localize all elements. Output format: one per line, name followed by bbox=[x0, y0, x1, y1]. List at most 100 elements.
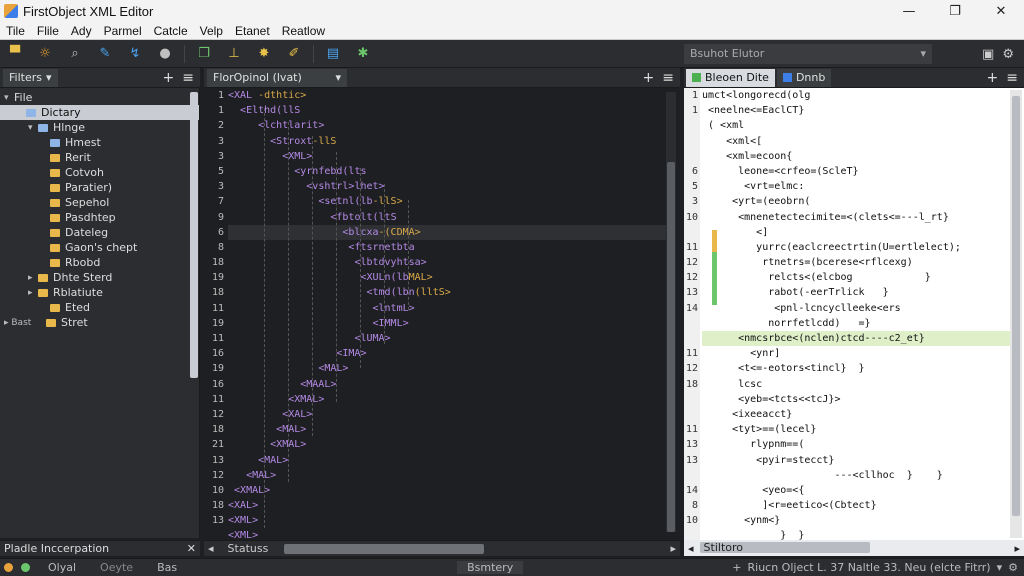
code-line[interactable]: leone=<crfeo=(ScleT} bbox=[702, 164, 1010, 179]
code-line[interactable]: ( <xml bbox=[702, 118, 1010, 133]
tree-item[interactable]: Sepehol bbox=[0, 195, 199, 210]
tree-item[interactable]: Dateleg bbox=[0, 225, 199, 240]
scroll-right-icon[interactable]: ▸ bbox=[1014, 542, 1024, 555]
status-left-2[interactable]: Oeyte bbox=[100, 561, 133, 574]
code-line[interactable]: <Elthd(llS bbox=[228, 103, 666, 118]
code-line[interactable]: <MAAL> bbox=[228, 377, 666, 392]
code-line[interactable]: <yeb=<tcts<<tcJ}> bbox=[702, 392, 1010, 407]
close-button[interactable]: ✕ bbox=[978, 0, 1024, 22]
window-layout-icon[interactable]: ▣ bbox=[982, 47, 994, 62]
code-line[interactable]: <fbtolt(ltS bbox=[228, 210, 666, 225]
menu-item-6[interactable]: Etanet bbox=[229, 24, 276, 38]
status-left-3[interactable]: Bas bbox=[157, 561, 177, 574]
layers-icon[interactable]: ▤ bbox=[321, 43, 345, 65]
code-line[interactable]: <pnl-lcncyclleeke<ers bbox=[702, 301, 1010, 316]
status-center[interactable]: Bsmtery bbox=[457, 561, 524, 574]
code-line[interactable]: <setnl(lb-llS> bbox=[228, 194, 666, 209]
code-line[interactable]: <XMAL> bbox=[228, 392, 666, 407]
brush-icon[interactable]: ✐ bbox=[282, 43, 306, 65]
hscroll-thumb[interactable] bbox=[283, 543, 484, 554]
bug-icon[interactable]: ✱ bbox=[351, 43, 375, 65]
code-line[interactable]: <XMAL> bbox=[228, 437, 666, 452]
code-line[interactable]: <ynm<} bbox=[702, 513, 1010, 528]
menu-item-5[interactable]: Velp bbox=[194, 24, 229, 38]
code-line[interactable]: <mnenetectecimite=<(clets<=---l_rt} bbox=[702, 210, 1010, 225]
code-line[interactable]: <vshtrl>lhet> bbox=[228, 179, 666, 194]
code-line[interactable]: <vrt=elmc: bbox=[702, 179, 1010, 194]
add-icon[interactable]: + bbox=[987, 70, 999, 86]
minimize-button[interactable]: — bbox=[886, 0, 932, 22]
code-line[interactable]: <XML> bbox=[228, 513, 666, 528]
expand-arrow-icon[interactable]: ▸ bbox=[28, 288, 38, 298]
right-tab-2[interactable]: Dnnb bbox=[776, 68, 832, 87]
code-line[interactable]: rlypnm==( bbox=[702, 437, 1010, 452]
code-line[interactable]: rabot(-eerTrlick } bbox=[702, 285, 1010, 300]
code-line[interactable]: <IMML> bbox=[228, 316, 666, 331]
code-line[interactable]: <IMA> bbox=[228, 346, 666, 361]
tree-item[interactable]: ▸ Rblatiute bbox=[0, 285, 199, 300]
code-line[interactable]: ---<cllhoc } } bbox=[702, 468, 1010, 483]
code-line[interactable]: <neelne<=EaclCT} bbox=[702, 103, 1010, 118]
code-line[interactable]: <XAL -dthtic> bbox=[228, 88, 666, 103]
star-icon[interactable]: ✸ bbox=[252, 43, 276, 65]
code-line[interactable]: <yrnfebd(lts bbox=[228, 164, 666, 179]
filters-tab[interactable]: Filters ▾ bbox=[3, 68, 58, 87]
code-line[interactable]: <XAL> bbox=[228, 498, 666, 513]
code-line[interactable]: <blcxa-(CDMA> bbox=[228, 224, 666, 240]
tree-item[interactable]: Cotvoh bbox=[0, 165, 199, 180]
add-icon[interactable]: + bbox=[732, 561, 741, 574]
left-scrollbar[interactable] bbox=[190, 92, 198, 378]
tree-item[interactable]: Eted bbox=[0, 300, 199, 315]
code-line[interactable]: umct<longorecd(olg bbox=[702, 88, 1010, 103]
magnifier-icon[interactable]: ● bbox=[153, 43, 177, 65]
scroll-left-icon[interactable]: ◂ bbox=[204, 542, 214, 555]
menu-item-4[interactable]: Catcle bbox=[148, 24, 194, 38]
tree-item[interactable]: Rerit bbox=[0, 150, 199, 165]
chevron-down-icon[interactable]: ▾ bbox=[46, 71, 52, 84]
expand-arrow-icon[interactable]: ▸ bbox=[28, 273, 38, 283]
tree-item[interactable]: Paratier) bbox=[0, 180, 199, 195]
diff-editor[interactable]: 1 1 6 5 3 10 11 12 12 13 14 11 12 18 11 13 13 14 8 10 umct<… bbox=[684, 88, 1024, 557]
add-icon[interactable]: + bbox=[163, 70, 175, 86]
menu-item-3[interactable]: Parmel bbox=[98, 24, 148, 38]
right-tab-1[interactable]: Bleoen Dite bbox=[686, 68, 775, 87]
code-line[interactable]: rtnetrs=(bcerese<rflcexg) bbox=[702, 255, 1010, 270]
code-line[interactable]: <XMAL> bbox=[228, 483, 666, 498]
scroll-right-icon[interactable]: ▸ bbox=[670, 542, 680, 555]
settings-icon[interactable]: ⚙ bbox=[1002, 47, 1014, 62]
sun-icon[interactable]: ☼ bbox=[33, 43, 57, 65]
menu-item-7[interactable]: Reatlow bbox=[276, 24, 331, 38]
tree-item[interactable]: ▸ Dhte Sterd bbox=[0, 270, 199, 285]
menu-item-1[interactable]: Flile bbox=[31, 24, 65, 38]
menu-item-0[interactable]: Tile bbox=[0, 24, 31, 38]
expand-arrow-icon[interactable]: ▾ bbox=[4, 93, 14, 103]
dropdown-icon[interactable]: ▾ bbox=[920, 47, 926, 61]
add-icon[interactable]: + bbox=[643, 70, 655, 86]
status-left-1[interactable]: Olyal bbox=[48, 561, 76, 574]
copy-icon[interactable]: ❐ bbox=[192, 43, 216, 65]
scroll-thumb[interactable] bbox=[1012, 96, 1020, 516]
code-line[interactable]: <ixeeacct} bbox=[702, 407, 1010, 422]
tree-item[interactable]: ▾ Hlnge bbox=[0, 120, 199, 135]
code-line[interactable]: <t<=-eotors<tincl} } bbox=[702, 361, 1010, 376]
code-area[interactable]: <XAL -dthtic> <Elthd(llS <lchtlarit> <St… bbox=[228, 88, 666, 557]
pencil-icon[interactable]: ✎ bbox=[93, 43, 117, 65]
code-line[interactable]: <yeo=<{ bbox=[702, 483, 1010, 498]
code-line[interactable]: <nmcsrbce<(nclen)ctcd----c2_et} bbox=[702, 331, 1010, 347]
tree-item[interactable]: ▾ File bbox=[0, 90, 199, 105]
save-icon[interactable]: ▀ bbox=[3, 43, 27, 65]
code-line[interactable]: <MAL> bbox=[228, 453, 666, 468]
code-line[interactable]: <MAL> bbox=[228, 361, 666, 376]
expand-arrow-icon[interactable]: ▸ Bast bbox=[4, 318, 46, 328]
editor-scrollbar[interactable] bbox=[666, 92, 676, 532]
code-line[interactable]: <yrt=(eeobrn( bbox=[702, 194, 1010, 209]
code-line[interactable]: <lbtdvyhtsa> bbox=[228, 255, 666, 270]
code-line[interactable]: norrfetlcdd) =} bbox=[702, 316, 1010, 331]
close-panel-icon[interactable]: ✕ bbox=[187, 542, 196, 555]
code-line[interactable]: ]<r=eetico<(Cbtect} bbox=[702, 498, 1010, 513]
xml-editor[interactable]: 1 1 2 3 3 5 3 7 9 6 8 18 19 18 11 19 11 16 19 16 11 12 18 21 13 1… bbox=[204, 88, 680, 557]
tree-item[interactable]: Rbobd bbox=[0, 255, 199, 270]
tree-item[interactable]: ▸ Bast Stret bbox=[0, 315, 199, 330]
scroll-thumb[interactable] bbox=[667, 162, 675, 532]
chevron-down-icon[interactable]: ▾ bbox=[997, 561, 1003, 574]
